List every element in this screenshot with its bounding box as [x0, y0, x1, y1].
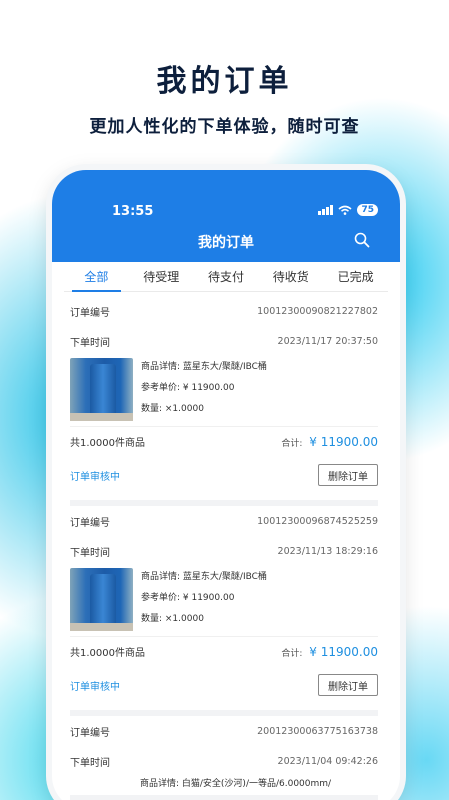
delete-order-button[interactable]: 删除订单: [318, 674, 378, 696]
order-summary: 共1.0000件商品 合计: ¥ 11900.00: [70, 636, 378, 666]
order-time: 2023/11/13 18:29:16: [277, 545, 378, 557]
total-amount: ¥ 11900.00: [309, 434, 378, 449]
promo-subline: 更加人性化的下单体验，随时可查: [89, 117, 360, 137]
item-count: 共1.0000件商品: [70, 438, 145, 449]
order-time-row: 下单时间 2023/11/17 20:37:50: [70, 326, 378, 356]
product-detail: 商品详情: 蓝星东大/聚醚/IBC桶: [141, 362, 267, 372]
order-tabs: 全部 待受理 待支付 待收货 已完成: [64, 262, 388, 292]
product-image: [70, 358, 133, 421]
order-card[interactable]: 订单编号 10012300096874525259 下单时间 2023/11/1…: [70, 506, 378, 716]
product-info: 商品详情: 蓝星东大/聚醚/IBC桶 参考单价: ¥ 11900.00 数量: …: [141, 358, 267, 426]
product-info: 商品详情: 蓝星东大/聚醚/IBC桶 参考单价: ¥ 11900.00 数量: …: [141, 568, 267, 636]
tab-pending-accept[interactable]: 待受理: [129, 262, 194, 291]
order-total: 合计: ¥ 11900.00: [281, 645, 378, 659]
order-time-label: 下单时间: [70, 757, 110, 769]
promo-headline: 我的订单: [156, 64, 293, 99]
order-time-label: 下单时间: [70, 547, 110, 559]
item-count: 共1.0000件商品: [70, 648, 145, 659]
order-card[interactable]: 订单编号 10012300090821227802 下单时间 2023/11/1…: [70, 296, 378, 506]
order-number: 20012300063775163738: [257, 725, 378, 737]
tab-pending-payment[interactable]: 待支付: [194, 262, 259, 291]
order-number: 10012300090821227802: [257, 305, 378, 317]
tab-pending-receipt[interactable]: 待收货: [258, 262, 323, 291]
order-list: 订单编号 10012300090821227802 下单时间 2023/11/1…: [70, 296, 378, 800]
app-bar: 13:55 75 我的订单: [52, 170, 400, 262]
tab-all[interactable]: 全部: [64, 262, 129, 292]
order-number-label: 订单编号: [70, 307, 110, 319]
product-quantity: 数量: ×1.0000: [141, 614, 204, 624]
tab-completed[interactable]: 已完成: [323, 262, 388, 291]
order-time: 2023/11/04 09:42:26: [277, 755, 378, 767]
order-number-row: 订单编号 10012300090821227802: [70, 296, 378, 326]
product-item[interactable]: 商品详情: 蓝星东大/聚醚/IBC桶 参考单价: ¥ 11900.00 数量: …: [70, 568, 378, 636]
total-amount: ¥ 11900.00: [309, 644, 378, 659]
order-number: 10012300096874525259: [257, 515, 378, 527]
order-actions: 订单审核中 删除订单: [70, 666, 378, 704]
delete-order-button[interactable]: 删除订单: [318, 464, 378, 486]
order-number-row: 订单编号 20012300063775163738: [70, 716, 378, 746]
product-item[interactable]: 商品详情: 蓝星东大/聚醚/IBC桶 参考单价: ¥ 11900.00 数量: …: [70, 358, 378, 426]
phone-frame: 13:55 75 我的订单 全部 待受理 待支付 待收货 已完成 订单编号 10…: [52, 170, 400, 800]
product-quantity: 数量: ×1.0000: [141, 404, 204, 414]
order-total: 合计: ¥ 11900.00: [281, 435, 378, 449]
order-card[interactable]: 订单编号 20012300063775163738 下单时间 2023/11/0…: [70, 716, 378, 800]
signal-icon: [318, 205, 334, 215]
product-detail: 商品详情: 蓝星东大/聚醚/IBC桶: [141, 572, 267, 582]
order-number-row: 订单编号 10012300096874525259: [70, 506, 378, 536]
order-summary: 共1.0000件商品 合计: ¥ 11900.00: [70, 426, 378, 456]
order-number-label: 订单编号: [70, 727, 110, 739]
product-detail: 商品详情: 白猫/安全(沙河)/一等品/6.0000mm/: [140, 779, 332, 789]
order-time-row: 下单时间 2023/11/13 18:29:16: [70, 536, 378, 566]
product-image: [70, 568, 133, 631]
total-label: 合计:: [281, 648, 306, 659]
product-price: 参考单价: ¥ 11900.00: [141, 593, 235, 603]
order-time-label: 下单时间: [70, 337, 110, 349]
status-time: 13:55: [112, 204, 154, 219]
order-status: 订单审核中: [70, 471, 120, 483]
order-status: 订单审核中: [70, 681, 120, 693]
status-icons: 75: [318, 204, 378, 216]
order-time: 2023/11/17 20:37:50: [277, 335, 378, 347]
product-price: 参考单价: ¥ 11900.00: [141, 383, 235, 393]
order-number-label: 订单编号: [70, 517, 110, 529]
total-label: 合计:: [281, 438, 306, 449]
order-actions: 订单审核中 删除订单: [70, 456, 378, 494]
wifi-icon: [338, 205, 352, 215]
search-icon[interactable]: [354, 232, 370, 248]
battery-icon: 75: [357, 204, 378, 216]
order-time-row: 下单时间 2023/11/04 09:42:26: [70, 746, 378, 776]
page-title: 我的订单: [198, 235, 254, 251]
